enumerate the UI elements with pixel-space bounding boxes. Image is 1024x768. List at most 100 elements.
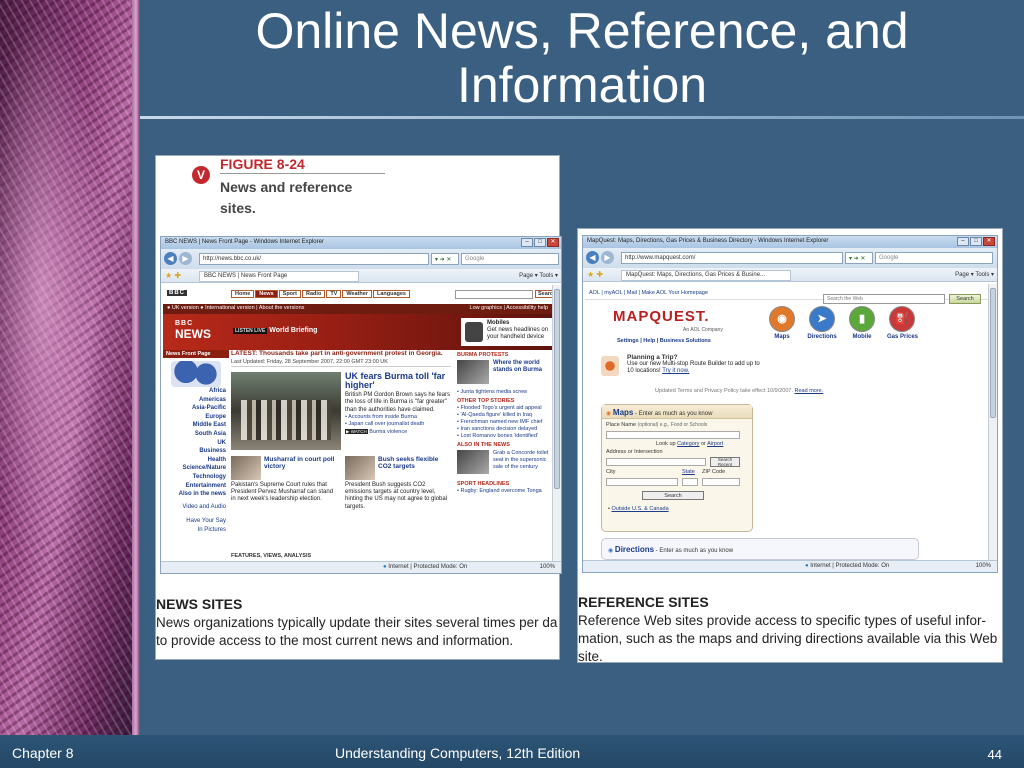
- latest-headline[interactable]: LATEST: Thousands take part in anti-gove…: [231, 350, 451, 357]
- bbc-nav-tv[interactable]: TV: [326, 290, 342, 298]
- lead-link-1[interactable]: • Accounts from inside Burma: [345, 414, 451, 421]
- state-label[interactable]: State: [682, 469, 695, 475]
- bbc-toolbar-tools[interactable]: Page ▾ Tools ▾: [519, 272, 558, 279]
- bbc-nav-radio[interactable]: Radio: [302, 290, 326, 298]
- sidebar-item-asia-pacific[interactable]: Asia-Pacific: [166, 404, 226, 413]
- directions-nav[interactable]: ➤ Directions: [807, 306, 837, 340]
- mq-vertical-scrollbar[interactable]: [988, 284, 997, 560]
- bbc-site-search-input[interactable]: [455, 290, 533, 299]
- maximize-button[interactable]: □: [534, 238, 546, 247]
- concorde-feature[interactable]: Grab a Concorde toilet seat in the super…: [457, 449, 557, 479]
- minimize-button[interactable]: –: [957, 237, 969, 246]
- forward-icon[interactable]: ▶: [601, 251, 614, 264]
- bbc-vertical-scrollbar[interactable]: [552, 285, 561, 561]
- mq-sublinks[interactable]: Settings | Help | Business Solutions: [617, 338, 711, 344]
- sidebar-item-uk[interactable]: UK: [166, 439, 226, 448]
- mq-url-field[interactable]: http://www.mapquest.com/: [621, 252, 843, 264]
- lead-link-3[interactable]: ▶ WATCH Burma violence: [345, 428, 451, 436]
- place-name-input[interactable]: [606, 431, 740, 439]
- close-button[interactable]: ✕: [983, 237, 995, 246]
- favorites-star-icon[interactable]: ★ ✚: [587, 270, 603, 279]
- bbc-nav-languages[interactable]: Languages: [372, 290, 410, 298]
- sidebar-header[interactable]: News Front Page: [163, 350, 229, 358]
- mq-zoom-level[interactable]: 100%: [976, 563, 991, 569]
- bbc-small-logo[interactable]: BBC: [167, 290, 187, 296]
- bbc-tab[interactable]: BBC NEWS | News Front Page: [199, 271, 359, 282]
- sidebar-item-video-audio[interactable]: Video and Audio: [166, 503, 226, 512]
- web-search-button[interactable]: Search: [949, 294, 981, 304]
- right-link-togo[interactable]: • Flooded Togo's urgent aid appeal: [457, 405, 557, 412]
- sidebar-item-middle-east[interactable]: Middle East: [166, 421, 226, 430]
- burma-protests-header[interactable]: BURMA PROTESTS: [457, 352, 557, 359]
- lead-story-photo[interactable]: [231, 372, 341, 450]
- right-link-iran[interactable]: • Iran sanctions decision delayed: [457, 426, 557, 433]
- category-link[interactable]: Category: [677, 441, 699, 447]
- airport-link[interactable]: Airport: [707, 441, 723, 447]
- bbc-version-links[interactable]: ● UK version ● International version | A…: [167, 305, 304, 311]
- sidebar-item-also-in-news[interactable]: Also in the news: [166, 490, 226, 499]
- right-link-imf[interactable]: • Frenchman named new IMF chief: [457, 419, 557, 426]
- sidebar-item-health[interactable]: Health: [166, 456, 226, 465]
- sidebar-item-technology[interactable]: Technology: [166, 473, 226, 482]
- mq-toolbar-tools[interactable]: Page ▾ Tools ▾: [955, 271, 994, 278]
- world-map-icon[interactable]: [171, 361, 221, 387]
- minimize-button[interactable]: –: [521, 238, 533, 247]
- bbc-news-logo[interactable]: BBC NEWS: [175, 320, 211, 341]
- state-input[interactable]: [682, 478, 698, 486]
- refresh-icon[interactable]: ▾ ➜ ✕: [845, 252, 873, 264]
- zip-input[interactable]: [702, 478, 740, 486]
- directions-form-header[interactable]: ◉ Directions - Enter as much as you know: [601, 538, 919, 560]
- right-link-junta[interactable]: • Junta tightens media screw: [457, 389, 557, 396]
- outside-us-link[interactable]: Outside U.S. & Canada: [611, 506, 668, 512]
- sidebar-item-south-asia[interactable]: South Asia: [166, 430, 226, 439]
- mq-search-field[interactable]: Google: [875, 252, 993, 264]
- sidebar-item-americas[interactable]: Americas: [166, 396, 226, 405]
- world-briefing-link[interactable]: LISTEN LIVE World Briefing: [233, 327, 317, 334]
- sidebar-item-entertainment[interactable]: Entertainment: [166, 482, 226, 491]
- right-link-alqaeda[interactable]: • 'Al-Qaeda figure' killed in Iraq: [457, 412, 557, 419]
- read-more-link[interactable]: Read more.: [795, 388, 824, 394]
- maps-search-button[interactable]: Search: [642, 491, 704, 500]
- sidebar-item-science[interactable]: Science/Nature: [166, 464, 226, 473]
- address-input[interactable]: [606, 458, 706, 466]
- web-search-input[interactable]: Search the Web: [823, 294, 945, 304]
- sidebar-item-business[interactable]: Business: [166, 447, 226, 456]
- musharraf-thumbnail[interactable]: [231, 456, 261, 480]
- bbc-accessibility-links[interactable]: Low graphics | Accessibility help: [470, 305, 548, 311]
- forward-icon[interactable]: ▶: [179, 252, 192, 265]
- mobiles-promo[interactable]: Mobiles Get news headlines on your handh…: [461, 318, 559, 346]
- back-icon[interactable]: ◀: [586, 251, 599, 264]
- bbc-url-field[interactable]: http://news.bbc.co.uk/: [199, 253, 429, 265]
- bbc-nav-weather[interactable]: Weather: [342, 290, 372, 298]
- refresh-icon[interactable]: ▾ ➜ ✕: [431, 253, 459, 265]
- mobile-nav[interactable]: ▮ Mobile: [847, 306, 877, 340]
- bbc-search-field[interactable]: Google: [461, 253, 559, 265]
- maps-nav[interactable]: ◉ Maps: [767, 306, 797, 340]
- scroll-thumb[interactable]: [554, 289, 560, 489]
- burma-feature[interactable]: Where the world stands on Burma: [457, 359, 557, 389]
- search-recent-button[interactable]: Search Recent: [710, 457, 740, 467]
- bbc-zoom-level[interactable]: 100%: [540, 564, 555, 570]
- bbc-nav-sport[interactable]: Sport: [278, 290, 302, 298]
- bbc-nav-home[interactable]: Home: [231, 290, 255, 298]
- mq-tab[interactable]: MapQuest: Maps, Directions, Gas Prices &…: [621, 270, 791, 281]
- back-icon[interactable]: ◀: [164, 252, 177, 265]
- sidebar-item-africa[interactable]: Africa: [166, 387, 226, 396]
- features-label[interactable]: FEATURES, VIEWS, ANALYSIS: [231, 553, 311, 559]
- sidebar-item-have-your-say[interactable]: Have Your Say: [166, 517, 226, 526]
- sidebar-item-in-pictures[interactable]: In Pictures: [166, 526, 226, 535]
- lead-link-2[interactable]: • Japan call over journalist death: [345, 421, 451, 428]
- try-it-now-link[interactable]: Try it now.: [662, 368, 689, 374]
- lead-story-headline[interactable]: UK fears Burma toll 'far higher': [345, 372, 451, 390]
- bush-thumbnail[interactable]: [345, 456, 375, 480]
- favorites-star-icon[interactable]: ★ ✚: [165, 271, 181, 280]
- maximize-button[interactable]: □: [970, 237, 982, 246]
- sidebar-item-europe[interactable]: Europe: [166, 413, 226, 422]
- mapquest-logo[interactable]: MAPQUEST.: [613, 308, 710, 325]
- gas-prices-nav[interactable]: ⛽ Gas Prices: [887, 306, 918, 340]
- right-link-romanov[interactable]: • Lost Romanov bones 'identified': [457, 433, 557, 440]
- right-link-rugby[interactable]: • Rugby: England overcome Tonga: [457, 488, 557, 495]
- scroll-thumb[interactable]: [990, 288, 996, 418]
- city-input[interactable]: [606, 478, 678, 486]
- close-button[interactable]: ✕: [547, 238, 559, 247]
